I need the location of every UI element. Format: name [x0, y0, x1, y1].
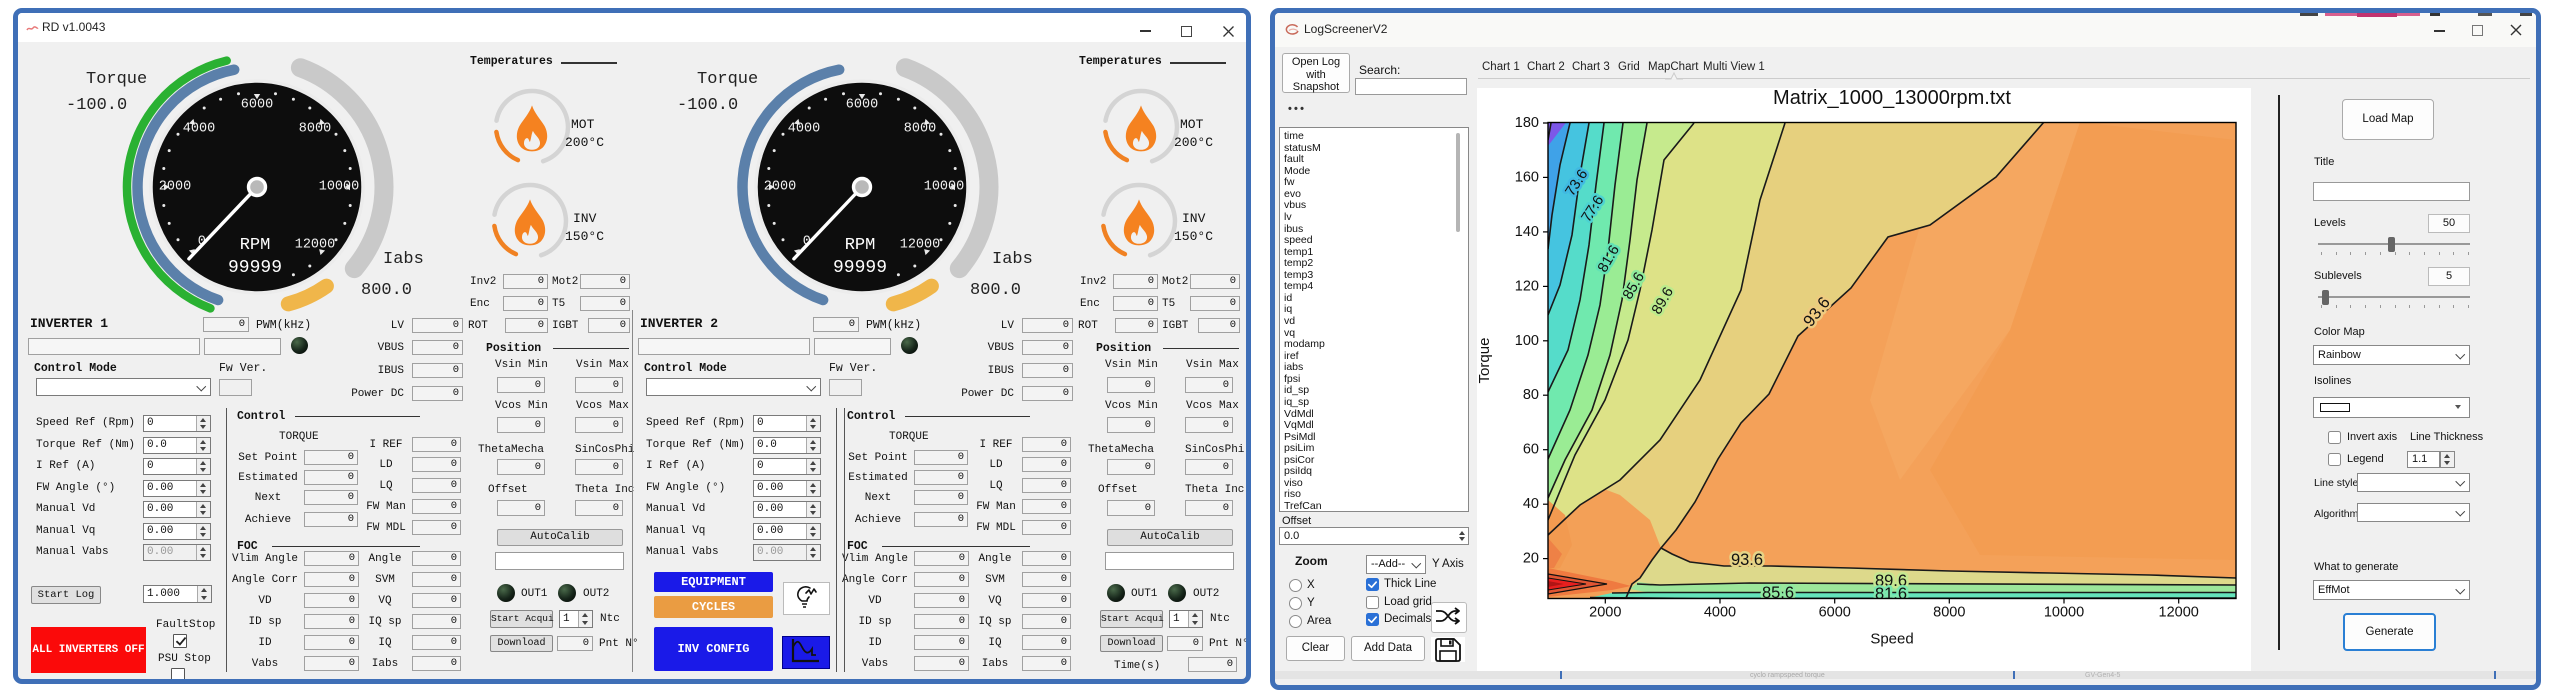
svg-text:93.6: 93.6 — [1731, 551, 1763, 569]
svg-text:2000: 2000 — [1589, 605, 1621, 621]
svg-text:8000: 8000 — [904, 122, 936, 137]
svg-text:2000: 2000 — [159, 180, 191, 195]
svg-text:Speed: Speed — [1870, 631, 1913, 648]
svg-text:12000: 12000 — [295, 238, 336, 253]
svg-text:Torque: Torque — [1477, 338, 1493, 384]
svg-text:12000: 12000 — [900, 238, 941, 253]
svg-text:2000: 2000 — [764, 180, 796, 195]
svg-text:140: 140 — [1515, 224, 1539, 240]
svg-text:6000: 6000 — [1819, 605, 1851, 621]
svg-text:12000: 12000 — [2159, 605, 2199, 621]
svg-text:6000: 6000 — [846, 98, 878, 113]
svg-text:4000: 4000 — [788, 122, 820, 137]
svg-text:10000: 10000 — [319, 180, 360, 195]
svg-text:40: 40 — [1523, 496, 1539, 512]
svg-text:160: 160 — [1515, 169, 1539, 185]
svg-text:Matrix_1000_13000rpm.txt: Matrix_1000_13000rpm.txt — [1773, 88, 2011, 109]
svg-text:99999: 99999 — [833, 258, 887, 278]
svg-text:120: 120 — [1515, 278, 1539, 294]
svg-text:RPM: RPM — [845, 236, 876, 255]
svg-text:6000: 6000 — [241, 98, 273, 113]
svg-text:99999: 99999 — [228, 258, 282, 278]
svg-text:10000: 10000 — [2044, 605, 2084, 621]
svg-text:60: 60 — [1523, 442, 1539, 458]
svg-text:20: 20 — [1523, 551, 1539, 567]
svg-text:180: 180 — [1515, 115, 1539, 131]
svg-text:80: 80 — [1523, 387, 1539, 403]
svg-text:8000: 8000 — [1933, 605, 1965, 621]
svg-text:RPM: RPM — [240, 236, 271, 255]
svg-text:4000: 4000 — [1704, 605, 1736, 621]
svg-text:4000: 4000 — [183, 122, 215, 137]
svg-text:10000: 10000 — [924, 180, 965, 195]
svg-text:100: 100 — [1515, 333, 1539, 349]
svg-text:8000: 8000 — [299, 122, 331, 137]
